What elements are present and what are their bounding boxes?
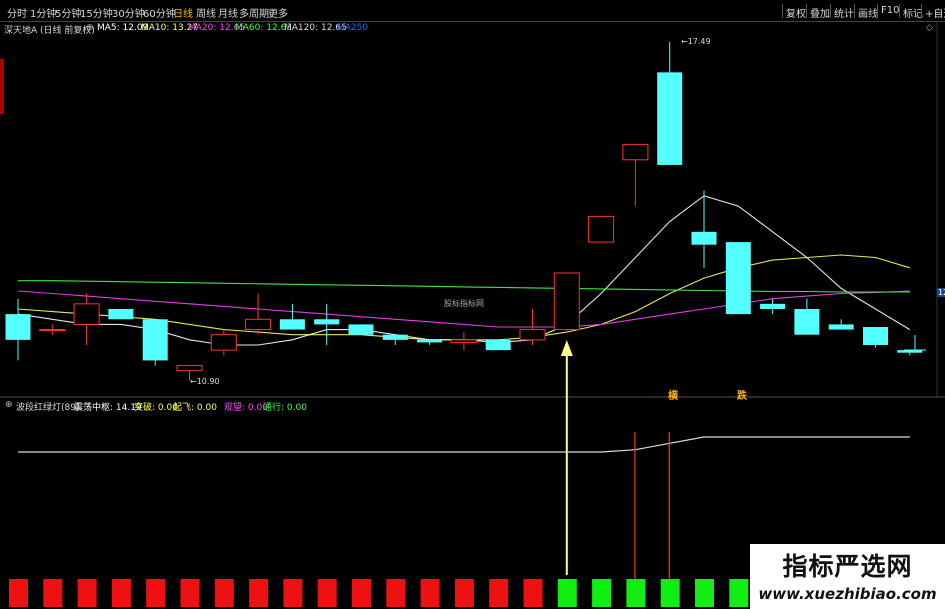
candle-body-15	[519, 329, 546, 341]
light-square-6	[214, 579, 234, 607]
candle-body-21	[725, 242, 751, 315]
buy-arrow-head	[560, 340, 573, 356]
candle-body-6	[210, 334, 237, 351]
candle-body-11	[382, 334, 408, 340]
candle-body-22	[760, 303, 786, 309]
candle-body-4	[142, 319, 168, 361]
high-price-value: 17.49	[687, 37, 711, 46]
candle-body-12	[417, 339, 443, 343]
light-square-12	[420, 579, 440, 607]
watermark-title: 指标严选网	[782, 552, 913, 581]
light-square-21	[729, 579, 749, 607]
light-square-3	[111, 579, 131, 607]
light-square-18	[626, 579, 646, 607]
light-square-5	[180, 579, 200, 607]
indicator-line	[18, 436, 910, 453]
low-price-label: ←10.90	[190, 377, 220, 386]
light-square-1	[43, 579, 63, 607]
candle-body-0	[5, 314, 31, 340]
signal-char-2: 跌	[737, 391, 747, 402]
light-square-9	[317, 579, 337, 607]
chart-watermark-text: 股标指标网	[444, 299, 484, 308]
candle-body-5	[176, 365, 203, 372]
right-axis-label: 12	[937, 288, 945, 297]
low-price-value: 10.90	[196, 377, 220, 386]
candle-body-7	[245, 318, 272, 331]
candle-body-13	[450, 339, 477, 343]
candle-body-19	[657, 72, 683, 165]
light-square-0	[9, 579, 28, 607]
candle-body-18	[622, 143, 649, 161]
light-square-17	[592, 579, 612, 607]
signal-char-1: 横	[668, 391, 678, 402]
left-side-strip	[0, 21, 4, 397]
high-price-label: ←17.49	[681, 37, 711, 46]
candle-body-8	[279, 319, 305, 330]
light-square-13	[454, 579, 474, 607]
light-square-14	[489, 579, 509, 607]
light-square-19	[660, 579, 680, 607]
candle-body-10	[348, 324, 374, 335]
light-square-8	[283, 579, 303, 607]
light-square-7	[249, 579, 269, 607]
light-square-4	[146, 579, 166, 607]
candle-body-9	[314, 319, 340, 325]
candle-body-3	[108, 308, 134, 320]
candle-body-24	[828, 324, 854, 330]
light-square-15	[523, 579, 543, 607]
site-watermark: 指标严选网 www.xuezhibiao.com	[750, 544, 945, 609]
watermark-url: www.xuezhibiao.com	[758, 585, 937, 603]
ma-line-ma60	[18, 280, 910, 293]
light-square-11	[386, 579, 406, 607]
candle-body-17	[588, 215, 615, 243]
candle-body-1	[39, 329, 66, 332]
candle-body-2	[73, 303, 100, 325]
light-square-20	[695, 579, 714, 607]
candle-body-23	[794, 308, 820, 335]
candle-body-26	[897, 350, 923, 353]
light-square-16	[557, 579, 577, 607]
candle-body-14	[485, 339, 511, 351]
candle-body-25	[863, 326, 888, 345]
candle-body-20	[691, 231, 717, 245]
candle-body-16	[553, 272, 580, 331]
light-square-2	[77, 579, 97, 607]
light-square-10	[352, 579, 371, 607]
